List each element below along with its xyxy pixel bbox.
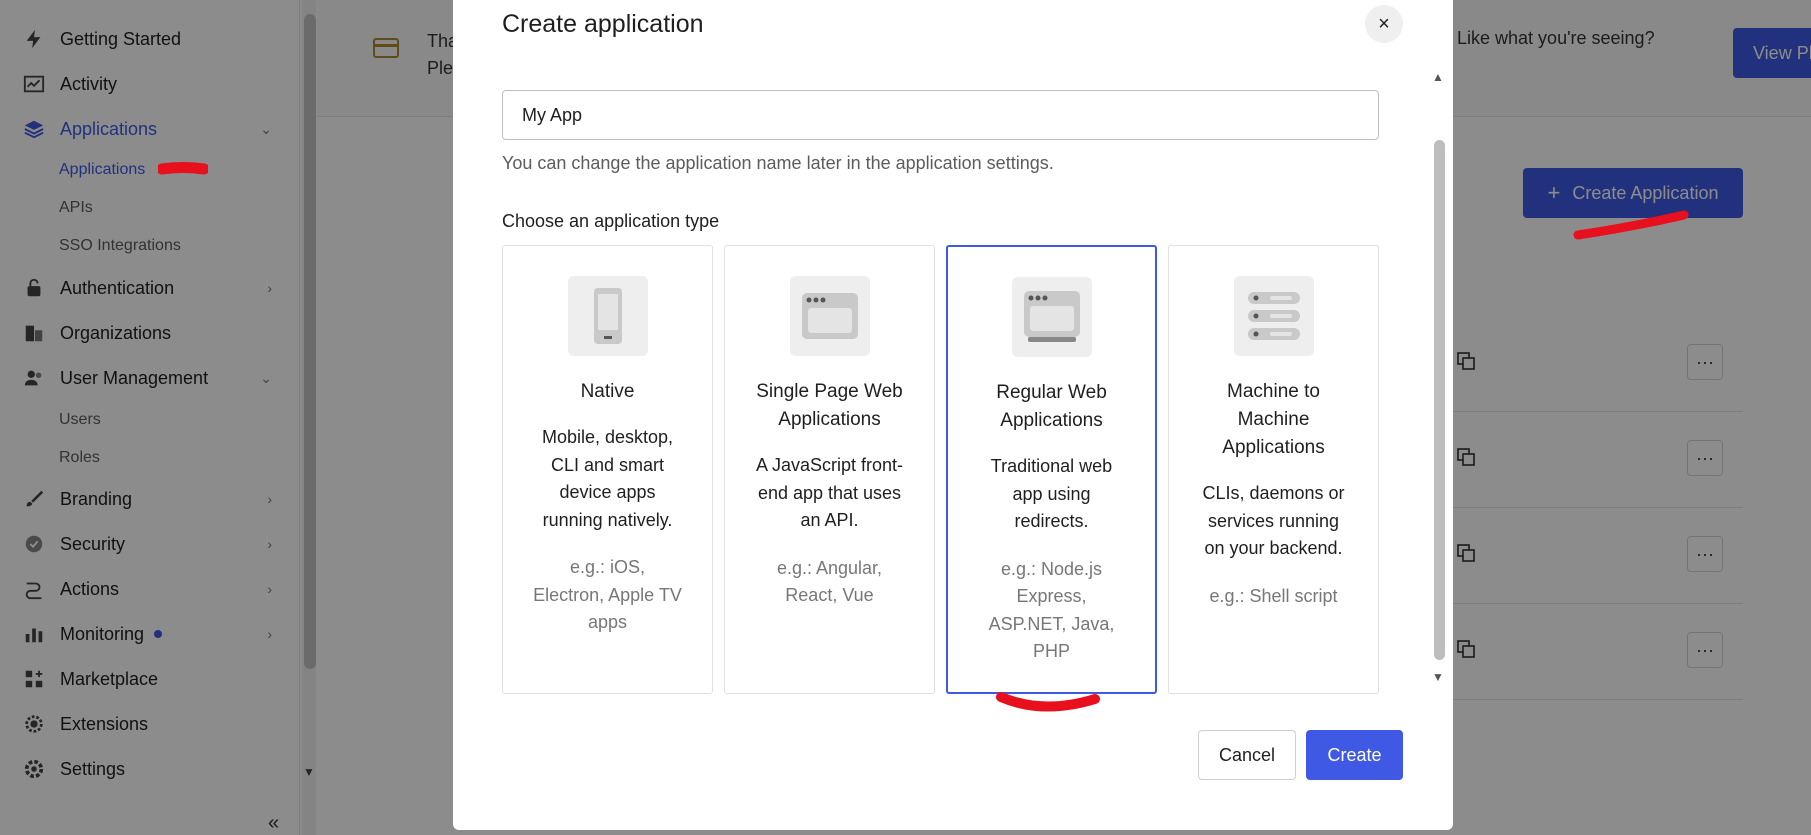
mobile-device-icon	[567, 276, 648, 356]
red-annotation-mark	[996, 692, 1100, 712]
server-stack-icon	[1233, 276, 1314, 356]
app-type-card-native[interactable]: Native Mobile, desktop, CLI and smart de…	[502, 245, 713, 694]
app-type-card-m2m[interactable]: Machine to Machine Applications CLIs, da…	[1168, 245, 1379, 694]
dialog-scrollbar-thumb[interactable]	[1434, 140, 1445, 660]
application-type-label: Choose an application type	[502, 211, 720, 231]
dialog-title: Create application	[502, 10, 704, 38]
red-annotation-mark	[158, 162, 208, 175]
name-help-text: You can change the application name late…	[502, 153, 1054, 173]
card-title: Regular Web Applications	[996, 382, 1107, 431]
card-examples: e.g.: Node.js Express, ASP.NET, Java, PH…	[988, 558, 1115, 662]
card-description: Traditional web app using redirects.	[990, 456, 1113, 531]
web-server-window-icon	[1011, 277, 1092, 357]
cancel-button[interactable]: Cancel	[1198, 730, 1296, 780]
close-icon: ×	[1378, 12, 1390, 35]
application-name-input[interactable]	[502, 90, 1379, 140]
red-annotation-mark	[1573, 210, 1689, 240]
scroll-down-arrow-icon[interactable]: ▼	[1432, 670, 1444, 684]
card-title: Native	[580, 381, 635, 402]
application-type-options: Native Mobile, desktop, CLI and smart de…	[502, 245, 1379, 694]
card-description: A JavaScript front-end app that uses an …	[755, 455, 904, 530]
card-title: Machine to Machine Applications	[1222, 381, 1325, 458]
create-application-dialog: Create application × You can change the …	[453, 0, 1453, 830]
scroll-up-arrow-icon[interactable]: ▲	[1432, 70, 1444, 84]
close-button[interactable]: ×	[1365, 5, 1403, 43]
card-examples: e.g.: Angular, React, Vue	[776, 557, 883, 606]
app-type-card-spa[interactable]: Single Page Web Applications A JavaScrip…	[724, 245, 935, 694]
card-description: CLIs, daemons or services running on you…	[1202, 483, 1345, 558]
app-type-card-regular-web[interactable]: Regular Web Applications Traditional web…	[946, 245, 1157, 694]
create-button[interactable]: Create	[1306, 730, 1403, 780]
browser-window-icon	[789, 276, 870, 356]
card-description: Mobile, desktop, CLI and smart device ap…	[541, 427, 674, 530]
card-examples: e.g.: Shell script	[1209, 585, 1338, 606]
card-title: Single Page Web Applications	[756, 381, 903, 430]
card-examples: e.g.: iOS, Electron, Apple TV apps	[533, 557, 682, 632]
